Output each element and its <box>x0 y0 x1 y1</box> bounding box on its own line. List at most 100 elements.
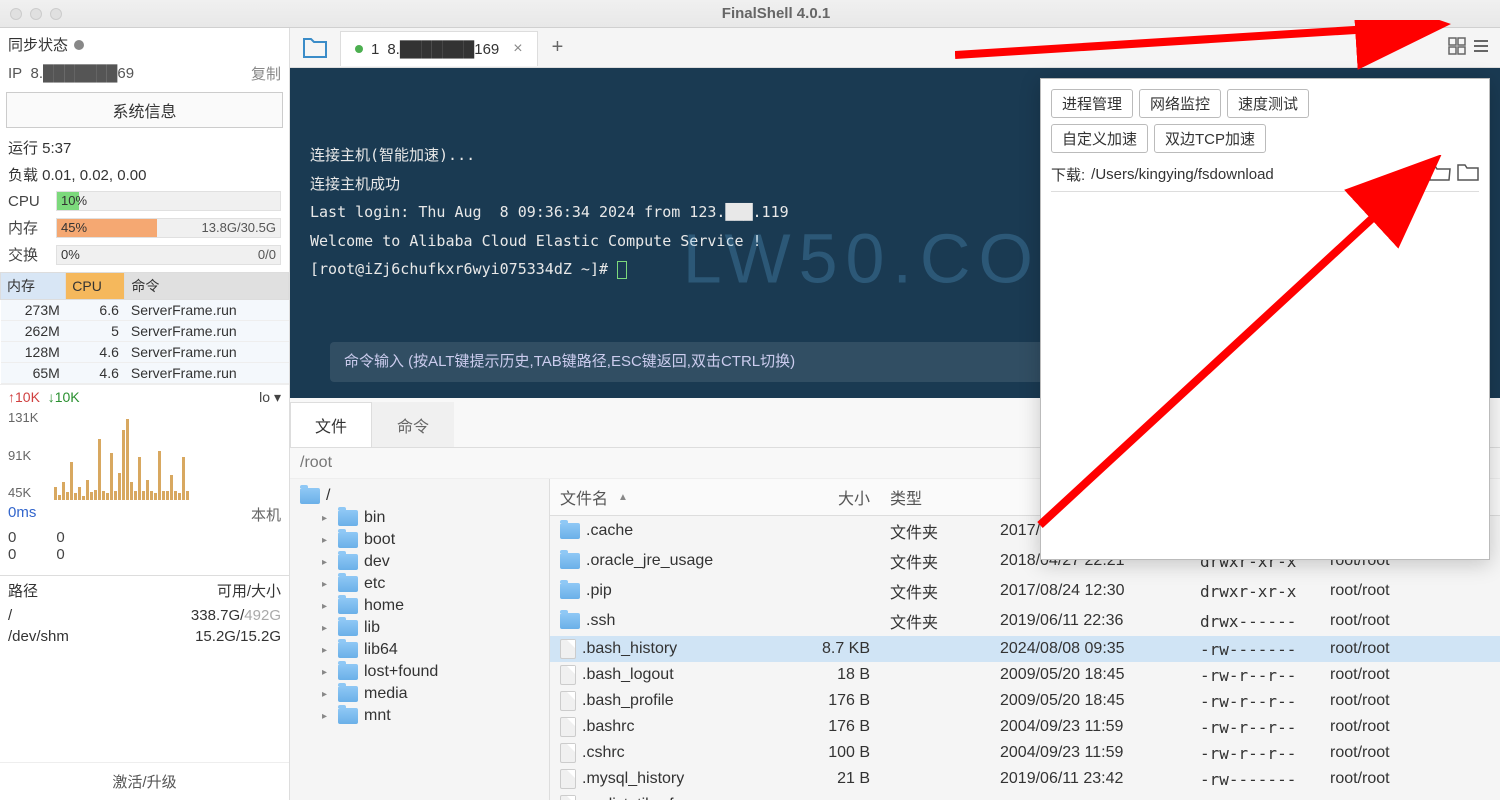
process-row[interactable]: 128M4.6ServerFrame.run <box>1 342 289 363</box>
process-table: 内存 CPU 命令 273M6.6ServerFrame.run262M5Ser… <box>0 272 289 384</box>
connection-tab[interactable]: 1 8.███████169 × <box>340 31 538 66</box>
ip-value: 8.███████69 <box>31 65 135 82</box>
maximize-window-button[interactable] <box>50 8 62 20</box>
tree-item[interactable]: ▸etc <box>294 573 545 595</box>
sync-status-row: 同步状态 <box>0 28 289 61</box>
disk-row: /338.7G/492G <box>0 605 289 626</box>
swap-pct: 0% <box>61 247 80 262</box>
tree-item[interactable]: ▸lib <box>294 617 545 639</box>
process-row[interactable]: 65M4.6ServerFrame.run <box>1 363 289 384</box>
latency-n0: 0 <box>8 529 16 546</box>
tab-files[interactable]: 文件 <box>290 402 372 447</box>
tree-root-label: / <box>326 487 330 505</box>
side-panel-popup: 进程管理网络监控速度测试 自定义加速双边TCP加速 下载: /Users/kin… <box>1040 78 1490 560</box>
cpu-label: CPU <box>8 193 50 210</box>
network-chart <box>46 410 197 500</box>
folder-icon <box>300 488 320 504</box>
tab-commands[interactable]: 命令 <box>372 402 454 447</box>
file-row[interactable]: .mysql_history21 B2019/06/11 23:42-rw---… <box>550 766 1500 792</box>
proc-header-cmd[interactable]: 命令 <box>125 273 289 300</box>
chart-y-0: 131K <box>8 410 38 425</box>
latency-n3: 0 <box>56 546 64 563</box>
proc-header-mem[interactable]: 内存 <box>1 273 66 300</box>
tab-status-dot <box>355 45 363 53</box>
tab-close-icon[interactable]: × <box>513 40 522 58</box>
popup-button[interactable]: 网络监控 <box>1139 89 1221 118</box>
tab-bar: 1 8.███████169 × + <box>290 28 1500 68</box>
tree-item[interactable]: ▸bin <box>294 507 545 529</box>
load-text: 负载 0.01, 0.02, 0.00 <box>8 164 146 185</box>
window-controls <box>10 8 62 20</box>
grid-view-icon[interactable] <box>1448 37 1466 58</box>
latency-n1: 0 <box>8 546 16 563</box>
cpu-pct: 10% <box>61 193 87 208</box>
file-row[interactable]: .bashrc176 B2004/09/23 11:59-rw-r--r--ro… <box>550 714 1500 740</box>
interface-selector[interactable]: lo ▾ <box>259 389 281 406</box>
tree-root[interactable]: / <box>294 485 545 507</box>
file-header-name[interactable]: 文件名 <box>560 485 608 509</box>
mem-label: 内存 <box>8 217 50 238</box>
download-path: /Users/kingying/fsdownload <box>1091 166 1274 183</box>
close-window-button[interactable] <box>10 8 22 20</box>
disk-table: 路径 可用/大小 /338.7G/492G/dev/shm15.2G/15.2G <box>0 575 289 647</box>
popup-button[interactable]: 进程管理 <box>1051 89 1133 118</box>
file-row[interactable]: .bash_history8.7 KB2024/08/08 09:35-rw--… <box>550 636 1500 662</box>
file-row[interactable]: .pydistutils.cfg <box>550 792 1500 800</box>
ip-label: IP <box>8 65 22 82</box>
process-row[interactable]: 262M5ServerFrame.run <box>1 321 289 342</box>
activate-upgrade-button[interactable]: 激活/升级 <box>0 762 289 800</box>
file-row[interactable]: .pip文件夹2017/08/24 12:30drwxr-xr-xroot/ro… <box>550 576 1500 606</box>
minimize-window-button[interactable] <box>30 8 42 20</box>
popup-button[interactable]: 双边TCP加速 <box>1154 124 1266 153</box>
mem-detail: 13.8G/30.5G <box>202 220 276 235</box>
latency-host: 本机 <box>251 504 281 525</box>
directory-tree[interactable]: / ▸bin▸boot▸dev▸etc▸home▸lib▸lib64▸lost+… <box>290 479 550 800</box>
folder-icon[interactable] <box>1457 163 1479 185</box>
copy-ip-button[interactable]: 复制 <box>251 63 281 84</box>
ip-row: IP 8.███████69 复制 <box>0 61 289 90</box>
tree-item[interactable]: ▸lost+found <box>294 661 545 683</box>
dropdown-icon[interactable]: ▾ <box>1415 165 1423 183</box>
net-upload: ↑10K <box>8 389 40 405</box>
tab-name: 8.███████169 <box>387 41 499 58</box>
file-row[interactable]: .bash_logout18 B2009/05/20 18:45-rw-r--r… <box>550 662 1500 688</box>
file-header-type[interactable]: 类型 <box>890 485 1000 509</box>
tree-item[interactable]: ▸lib64 <box>294 639 545 661</box>
left-sidebar: 同步状态 IP 8.███████69 复制 系统信息 运行 5:37 负载 0… <box>0 28 290 800</box>
file-row[interactable]: .ssh文件夹2019/06/11 22:36drwx------root/ro… <box>550 606 1500 636</box>
tree-item[interactable]: ▸mnt <box>294 705 545 727</box>
disk-header-path[interactable]: 路径 <box>0 576 121 606</box>
system-info-button[interactable]: 系统信息 <box>6 92 283 128</box>
latency-ms: 0ms <box>8 504 36 525</box>
titlebar: FinalShell 4.0.1 <box>0 0 1500 28</box>
tree-item[interactable]: ▸dev <box>294 551 545 573</box>
connections-icon[interactable] <box>290 37 340 59</box>
popup-button[interactable]: 速度测试 <box>1227 89 1309 118</box>
swap-label: 交换 <box>8 244 50 265</box>
add-tab-button[interactable]: + <box>538 36 578 59</box>
file-header-size[interactable]: 大小 <box>780 485 890 509</box>
proc-header-cpu[interactable]: CPU <box>66 273 125 300</box>
sync-label: 同步状态 <box>8 34 68 55</box>
app-title: FinalShell 4.0.1 <box>62 5 1490 22</box>
uptime-text: 运行 5:37 <box>8 137 71 158</box>
tree-item[interactable]: ▸home <box>294 595 545 617</box>
swap-detail: 0/0 <box>258 247 276 262</box>
menu-icon[interactable] <box>1472 37 1490 58</box>
file-row[interactable]: .cshrc100 B2004/09/23 11:59-rw-r--r--roo… <box>550 740 1500 766</box>
popup-button[interactable]: 自定义加速 <box>1051 124 1148 153</box>
net-download: ↓10K <box>48 389 80 405</box>
disk-header-size[interactable]: 可用/大小 <box>121 576 289 606</box>
chart-y-2: 45K <box>8 485 38 500</box>
download-label: 下载: <box>1051 164 1085 185</box>
tree-item[interactable]: ▸boot <box>294 529 545 551</box>
disk-row: /dev/shm15.2G/15.2G <box>0 626 289 647</box>
sync-status-dot <box>74 40 84 50</box>
mem-bar: 45% 13.8G/30.5G <box>56 218 281 238</box>
process-row[interactable]: 273M6.6ServerFrame.run <box>1 300 289 321</box>
open-folder-icon[interactable] <box>1429 163 1451 185</box>
swap-bar: 0% 0/0 <box>56 245 281 265</box>
chart-y-1: 91K <box>8 448 38 463</box>
tree-item[interactable]: ▸media <box>294 683 545 705</box>
file-row[interactable]: .bash_profile176 B2009/05/20 18:45-rw-r-… <box>550 688 1500 714</box>
